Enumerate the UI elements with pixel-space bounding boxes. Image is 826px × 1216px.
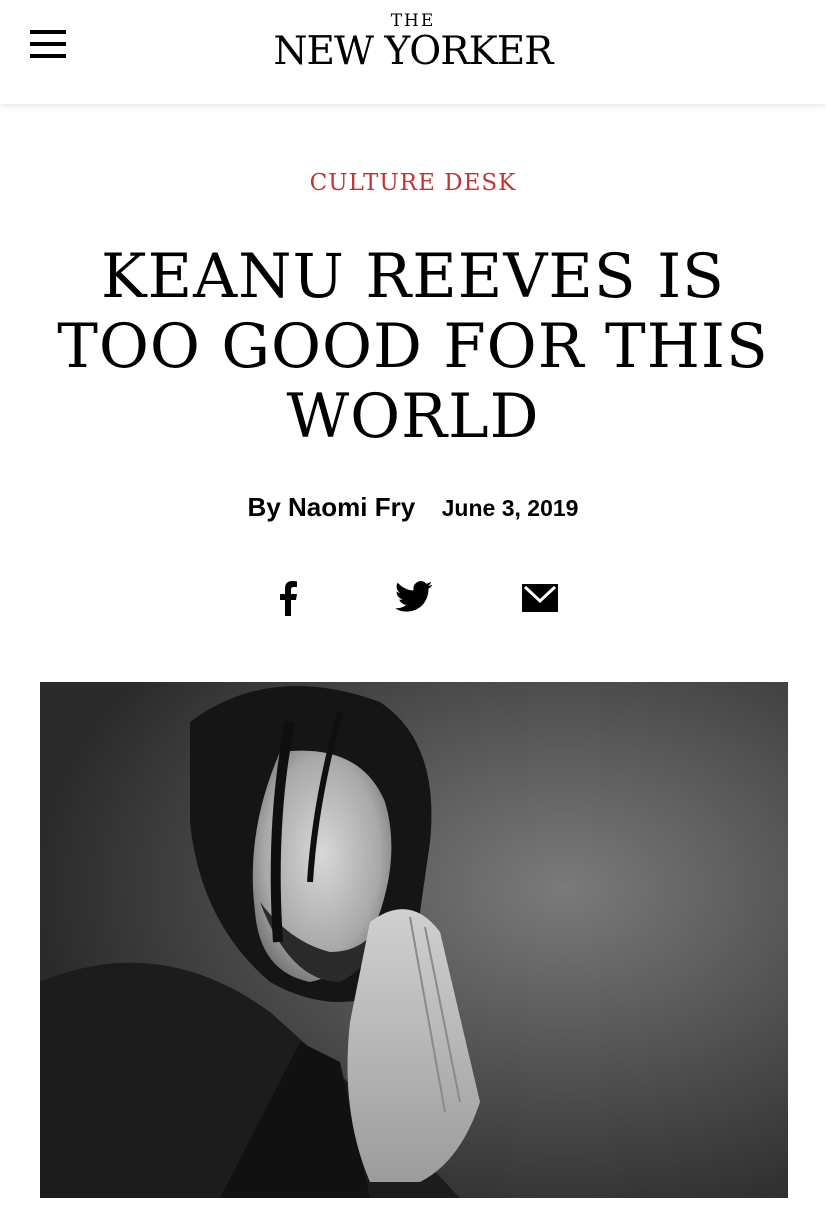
site-header: THE NEW YORKER — [0, 0, 826, 104]
share-bar — [0, 580, 826, 620]
site-logo[interactable]: THE NEW YORKER — [0, 12, 826, 74]
byline-prefix: By — [247, 492, 281, 522]
twitter-icon[interactable] — [395, 580, 433, 616]
facebook-icon[interactable] — [278, 580, 298, 616]
article-headline: KEANU REEVES IS TOO GOOD FOR THIS WORLD — [57, 241, 769, 452]
publish-date: June 3, 2019 — [441, 495, 579, 521]
logo-wordmark: NEW YORKER — [273, 29, 553, 74]
author-link[interactable]: Naomi Fry — [288, 492, 415, 522]
email-icon[interactable] — [522, 580, 558, 616]
logo-the: THE — [390, 11, 436, 31]
hero-photo-illustration — [40, 682, 788, 1198]
section-rubric[interactable]: CULTURE DESK — [0, 170, 826, 196]
byline-row: By Naomi Fry June 3, 2019 — [0, 492, 826, 523]
hero-image — [40, 682, 788, 1198]
byline: By Naomi Fry — [248, 492, 416, 523]
